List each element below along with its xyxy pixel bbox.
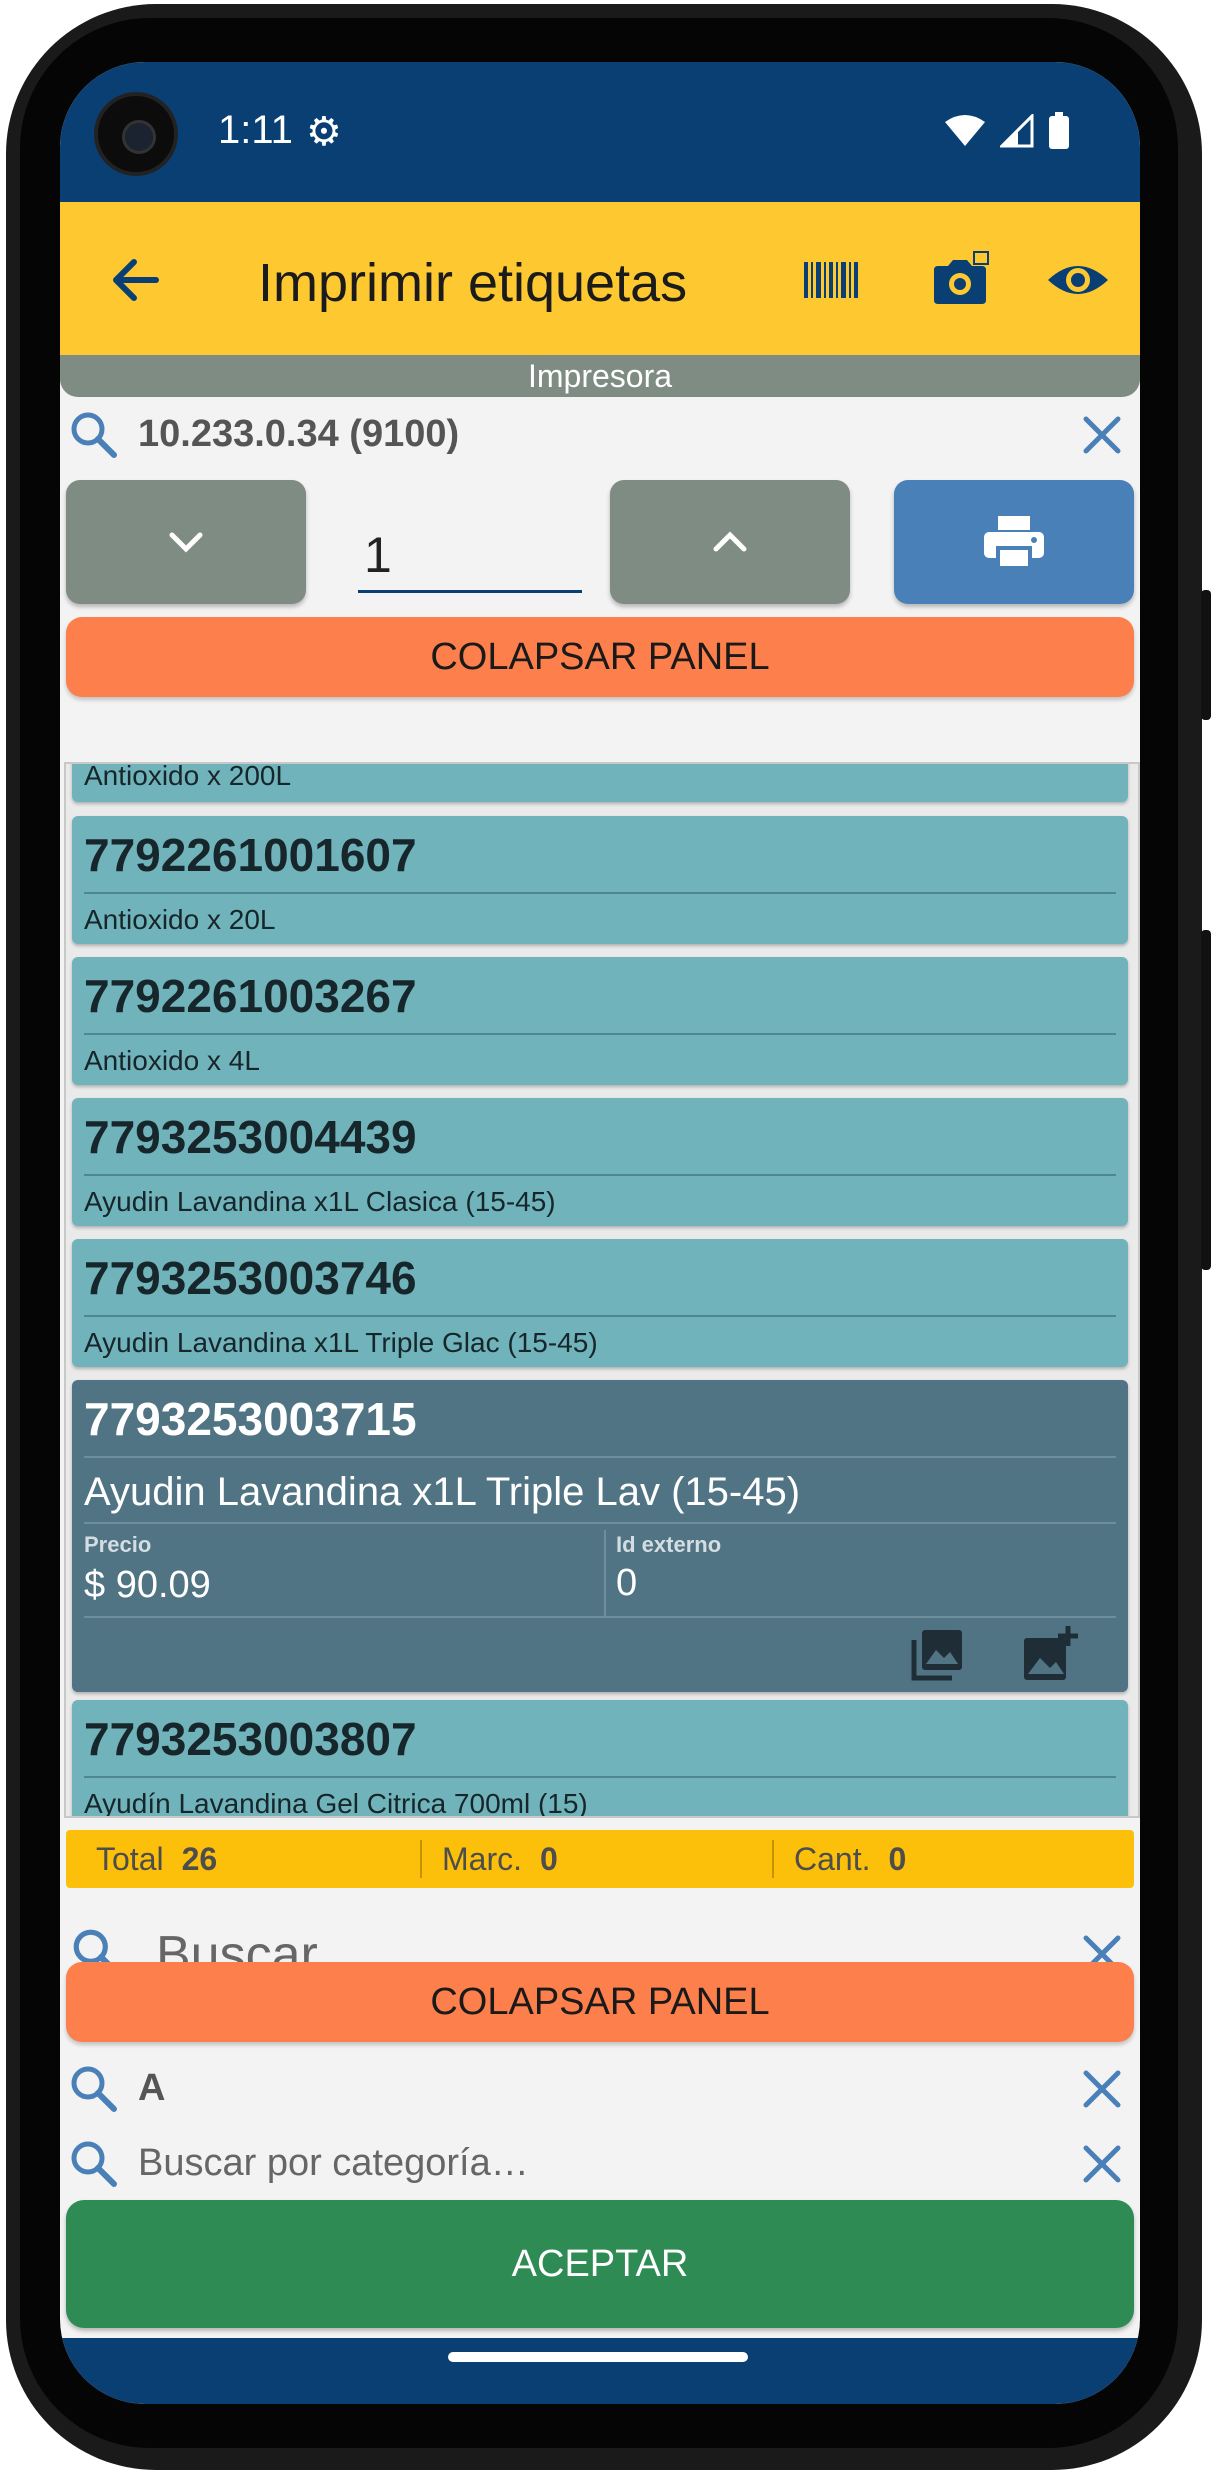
divider (84, 892, 1116, 894)
settings-gear-icon: ⚙ (306, 110, 342, 154)
product-code: 7793253003807 (84, 1713, 417, 1765)
divider (84, 1522, 1116, 1524)
clear-icon[interactable] (1078, 2065, 1126, 2113)
page-title: Imprimir etiquetas (258, 253, 688, 313)
list-item[interactable]: 7793253003746 Ayudin Lavandina x1L Tripl… (72, 1239, 1128, 1367)
collapse-panel-button-bottom[interactable]: COLAPSAR PANEL (66, 1962, 1134, 2042)
marked-cell: Marc. 0 (442, 1830, 558, 1888)
divider (84, 1033, 1116, 1035)
chevron-up-icon (713, 531, 747, 552)
barcode-icon[interactable] (800, 248, 864, 312)
total-cell: Total 26 (96, 1830, 217, 1888)
total-label: Total (96, 1841, 164, 1877)
divider (84, 1174, 1116, 1176)
screen: 1:11 ⚙ Imprimir etiquetas Impresora 10.2… (60, 62, 1140, 2404)
list-item[interactable]: 7792261001607 Antioxido x 20L (72, 816, 1128, 944)
back-arrow-icon[interactable] (106, 250, 166, 310)
filter-input[interactable]: A (138, 2067, 165, 2110)
quantity-cell: Cant. 0 (794, 1830, 906, 1888)
product-description: Antioxido x 200L (84, 762, 292, 791)
clear-icon[interactable] (1078, 2140, 1126, 2188)
search-icon (71, 2141, 117, 2187)
product-code: 7792261003267 (84, 970, 417, 1022)
divider (84, 1456, 1116, 1458)
external-id-label: Id externo (616, 1532, 722, 1557)
total-value: 26 (181, 1841, 218, 1877)
product-list[interactable]: Antioxido x 200L 7792261001607 Antioxido… (64, 762, 1140, 1818)
list-item[interactable]: Antioxido x 200L (72, 762, 1128, 802)
home-handle[interactable] (448, 2352, 748, 2362)
add-photo-icon[interactable] (1020, 1624, 1080, 1684)
list-item-selected[interactable]: 7793253003715 Ayudin Lavandina x1L Tripl… (72, 1380, 1128, 1692)
price-value: $ 90.09 (84, 1564, 211, 1606)
app-bar: Imprimir etiquetas (60, 202, 1140, 355)
totals-divider (420, 1840, 422, 1878)
product-code: 7792261001607 (84, 829, 417, 881)
product-code: 7793253003746 (84, 1252, 417, 1304)
increase-button[interactable] (610, 480, 850, 604)
product-description: Antioxido x 4L (84, 1045, 260, 1076)
product-description: Antioxido x 20L (84, 904, 276, 935)
list-item[interactable]: 7792261003267 Antioxido x 4L (72, 957, 1128, 1085)
gallery-icon[interactable] (908, 1626, 966, 1684)
marked-label: Marc. (442, 1841, 522, 1877)
status-icons (944, 112, 1070, 150)
chevron-down-icon (169, 532, 203, 553)
wifi-icon (945, 115, 985, 146)
product-description: Ayudín Lavandina Gel Citrica 700ml (15) (84, 1788, 588, 1818)
decrease-button[interactable] (66, 480, 306, 604)
quantity-label: Cant. (794, 1841, 871, 1877)
status-time: 1:11 (218, 108, 293, 152)
list-item[interactable]: 7793253004439 Ayudin Lavandina x1L Clasi… (72, 1098, 1128, 1226)
category-search-row: Buscar por categoría… (60, 2128, 1140, 2200)
field-divider (604, 1530, 606, 1618)
totals-divider (772, 1840, 774, 1878)
printer-icon (984, 516, 1044, 570)
accept-button[interactable]: ACEPTAR (66, 2200, 1134, 2328)
copies-input[interactable]: 1 (358, 520, 582, 593)
totals-bar: Total 26 Marc. 0 Cant. 0 (66, 1830, 1134, 1888)
filter-row: A (60, 2053, 1140, 2125)
product-code: 7793253004439 (84, 1111, 417, 1163)
battery-icon (1049, 112, 1069, 149)
phone-frame: 1:11 ⚙ Imprimir etiquetas Impresora 10.2… (0, 0, 1211, 2474)
clear-icon[interactable] (1078, 411, 1126, 459)
category-search-input[interactable]: Buscar por categoría… (138, 2142, 529, 2185)
search-icon (71, 412, 117, 458)
printer-address[interactable]: 10.233.0.34 (9100) (138, 413, 459, 456)
list-item[interactable]: 7793253003807 Ayudín Lavandina Gel Citri… (72, 1700, 1128, 1818)
marked-value: 0 (540, 1841, 558, 1877)
printer-section-label: Impresora (60, 355, 1140, 397)
navigation-bar (60, 2338, 1140, 2404)
camera-scan-icon[interactable] (928, 248, 992, 312)
eye-icon[interactable] (1046, 248, 1110, 312)
search-icon (71, 2066, 117, 2112)
collapse-panel-button-top[interactable]: COLAPSAR PANEL (66, 617, 1134, 697)
product-description: Ayudin Lavandina x1L Triple Lav (15-45) (84, 1470, 801, 1514)
volume-button (1201, 930, 1211, 1270)
price-label: Precio (84, 1532, 152, 1557)
external-id-value: 0 (616, 1562, 638, 1604)
product-description: Ayudin Lavandina x1L Clasica (15-45) (84, 1186, 556, 1217)
quantity-value: 0 (888, 1841, 907, 1877)
signal-icon (1000, 114, 1034, 148)
product-description: Ayudin Lavandina x1L Triple Glac (15-45) (84, 1327, 598, 1358)
print-button[interactable] (894, 480, 1134, 604)
power-button (1201, 590, 1211, 720)
front-camera (94, 92, 178, 176)
status-bar: 1:11 ⚙ (60, 62, 1140, 202)
product-code: 7793253003715 (84, 1393, 417, 1445)
printer-search-row: 10.233.0.34 (9100) (60, 399, 1140, 471)
divider (84, 1315, 1116, 1317)
divider (84, 1776, 1116, 1778)
divider (84, 1616, 1116, 1618)
